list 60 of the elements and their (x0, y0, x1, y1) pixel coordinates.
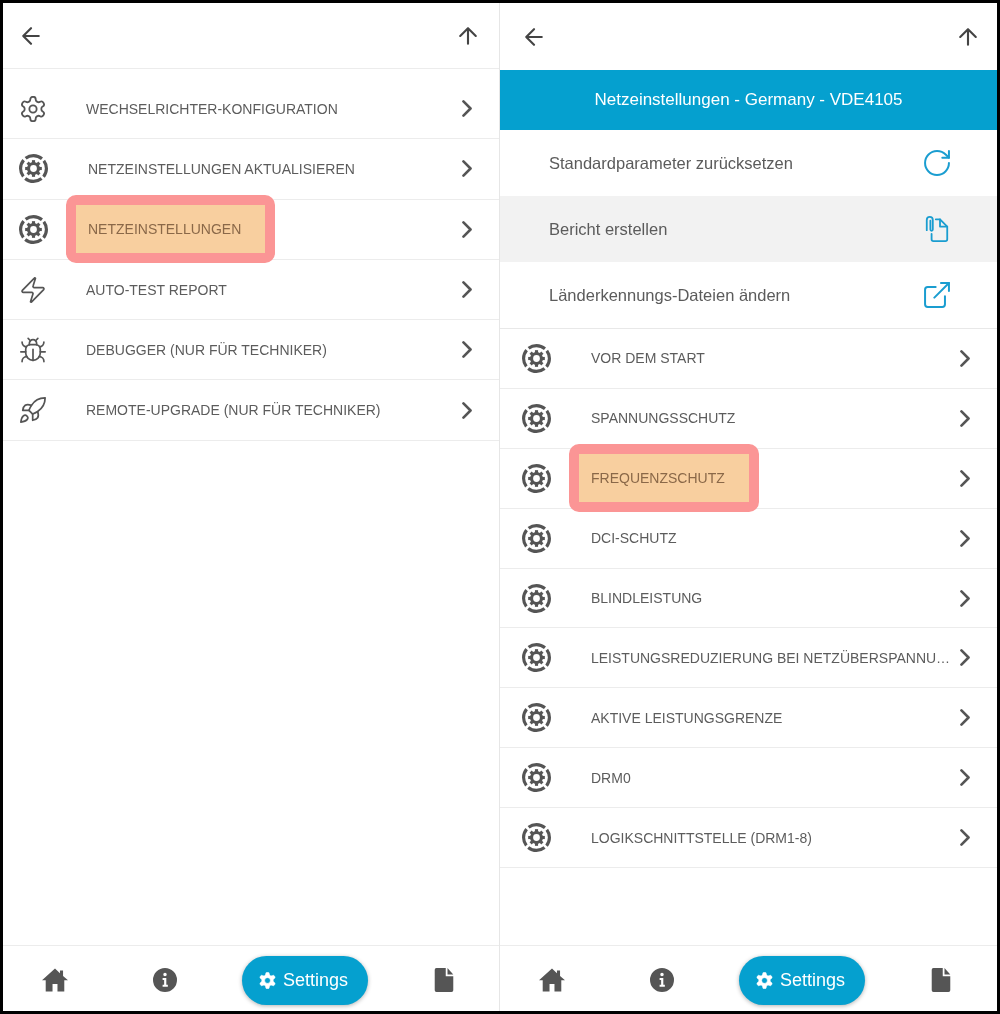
chevron-right-icon (462, 100, 472, 118)
menu-item-label[interactable]: DRM0 (591, 767, 631, 788)
gear-ring-icon (522, 643, 551, 673)
bug-icon (20, 336, 46, 363)
menu-item-label[interactable]: DCI-SCHUTZ (591, 528, 677, 549)
gear-ring-icon (19, 214, 48, 244)
chevron-right-icon (462, 281, 472, 299)
chevron-right-icon (960, 349, 970, 367)
title-banner: Netzeinstellungen - Germany - VDE4105 (500, 70, 997, 130)
action-item[interactable]: Bericht erstellen (500, 196, 997, 262)
menu-item-label[interactable]: DEBUGGER (NUR FÜR TECHNIKER) (86, 339, 327, 360)
chevron-right-icon (960, 589, 970, 607)
gear-ring-icon (522, 463, 551, 493)
gear-ring-icon (522, 583, 551, 613)
menu-item-label[interactable]: AUTO-TEST REPORT (86, 279, 227, 300)
lightning-bolt-icon (20, 276, 46, 303)
menu-item-label[interactable]: AKTIVE LEISTUNGSGRENZE (591, 707, 783, 728)
gear-ring-icon (522, 523, 551, 553)
chevron-right-icon (960, 469, 970, 487)
refresh-icon (924, 150, 950, 176)
menu-item-label[interactable]: NETZEINSTELLUNGEN AKTUALISIEREN (88, 158, 355, 179)
gear-ring-icon (522, 823, 551, 853)
settings-icon (258, 971, 276, 989)
menu-item-label[interactable]: VOR DEM START (591, 348, 705, 369)
chevron-right-icon (960, 829, 970, 847)
chevron-right-icon (462, 160, 472, 178)
menu-item-label[interactable]: SPANNUNGSSCHUTZ (591, 408, 736, 429)
rocket-icon (20, 397, 46, 424)
menu-item-label[interactable]: FREQUENZSCHUTZ (569, 444, 759, 513)
back-icon[interactable] (525, 27, 543, 46)
home-icon[interactable] (42, 968, 68, 992)
gear-icon (20, 95, 46, 122)
chevron-right-icon (960, 709, 970, 727)
document-paperclip-icon (924, 216, 950, 242)
chevron-right-icon (462, 220, 472, 238)
arrow-up-icon[interactable] (459, 26, 477, 45)
arrow-up-icon[interactable] (959, 27, 977, 46)
menu-item-label[interactable]: BLINDLEISTUNG (591, 588, 703, 608)
chevron-right-icon (462, 401, 472, 419)
gear-ring-icon (19, 154, 48, 184)
chevron-right-icon (960, 409, 970, 427)
chevron-right-icon (462, 341, 472, 359)
gear-ring-icon (522, 343, 551, 373)
menu-item-label[interactable]: WECHSELRICHTER-KONFIGURATION (86, 98, 338, 119)
menu-item-label[interactable]: LOGIKSCHNITTSTELLE (DRM1-8) (591, 827, 812, 848)
settings-icon (755, 971, 773, 989)
gear-ring-icon (522, 703, 551, 733)
gear-ring-icon (522, 763, 551, 793)
menu-item-label[interactable]: NETZEINSTELLUNGEN (66, 195, 276, 264)
chevron-right-icon (960, 529, 970, 547)
back-icon[interactable] (22, 26, 40, 45)
chevron-right-icon (960, 649, 970, 667)
info-icon[interactable] (152, 968, 178, 992)
gear-ring-icon (522, 403, 551, 433)
menu-item-label[interactable]: LEISTUNGSREDUZIERUNG BEI NETZÜBERSPANNU… (591, 647, 951, 668)
external-link-icon (924, 282, 950, 308)
menu-item-label[interactable]: REMOTE-UPGRADE (NUR FÜR TECHNIKER) (86, 400, 381, 421)
home-icon[interactable] (539, 968, 565, 992)
info-icon[interactable] (649, 968, 675, 992)
chevron-right-icon (960, 769, 970, 787)
